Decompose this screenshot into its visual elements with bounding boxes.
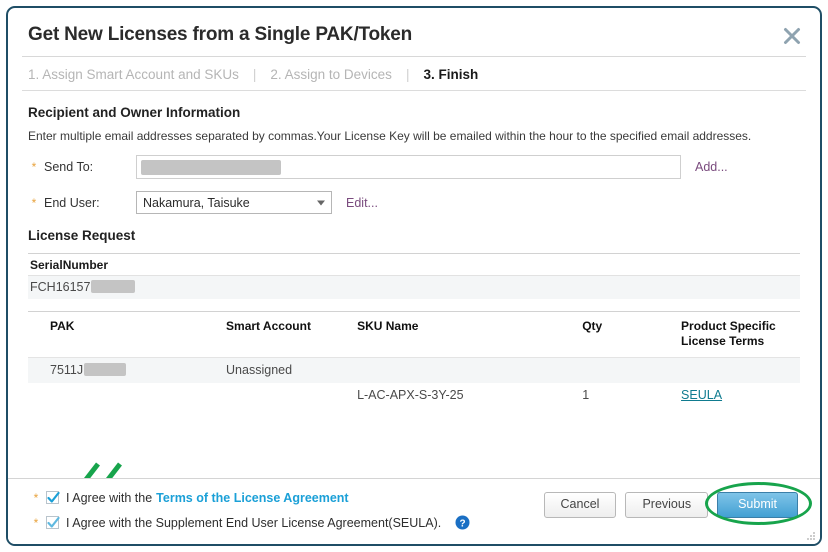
step-separator-1: | bbox=[252, 67, 257, 82]
end-user-selected-value: Nakamura, Taisuke bbox=[143, 195, 250, 210]
pak-table: PAK Smart Account SKU Name Qty Product S… bbox=[28, 311, 800, 408]
footer-buttons: Cancel Previous Submit bbox=[543, 482, 813, 525]
submit-button[interactable]: Submit bbox=[717, 492, 798, 518]
table-header-row: PAK Smart Account SKU Name Qty Product S… bbox=[28, 311, 800, 358]
wizard-step-3[interactable]: 3. Finish bbox=[423, 67, 478, 82]
column-header-sku-name: SKU Name bbox=[357, 311, 583, 358]
table-row: L-AC-APX-S-3Y-25 1 SEULA bbox=[28, 383, 800, 408]
send-to-row: * Send To: Add... bbox=[28, 155, 800, 179]
agreements-block: * I Agree with the Terms of the License … bbox=[30, 485, 470, 535]
add-recipient-link[interactable]: Add... bbox=[695, 160, 728, 174]
send-to-label: Send To: bbox=[44, 160, 94, 174]
agreement-2-checkbox[interactable] bbox=[46, 516, 60, 529]
end-user-row: * End User: Nakamura, Taisuke Edit... bbox=[28, 191, 800, 214]
agreement-1-checkbox[interactable] bbox=[46, 491, 60, 504]
page-title: Get New Licenses from a Single PAK/Token bbox=[28, 24, 413, 45]
submit-button-wrapper: Submit bbox=[705, 482, 813, 525]
end-user-select[interactable]: Nakamura, Taisuke bbox=[136, 191, 332, 214]
column-header-qty: Qty bbox=[582, 311, 682, 358]
column-header-product-specific-license-terms: Product Specific License Terms bbox=[681, 311, 800, 358]
steps-divider bbox=[22, 90, 806, 91]
serial-number-value: FCH16157 bbox=[30, 280, 91, 294]
agreement-2-text: I Agree with the Supplement End User Lic… bbox=[66, 515, 442, 530]
agreement-row-seula: * I Agree with the Supplement End User L… bbox=[30, 510, 470, 535]
send-to-required-marker: * bbox=[31, 160, 37, 174]
column-header-smart-account: Smart Account bbox=[226, 311, 358, 358]
edit-end-user-link[interactable]: Edit... bbox=[346, 196, 378, 210]
agreement-1-text: I Agree with the bbox=[66, 490, 153, 505]
agreement-2-required-marker: * bbox=[33, 515, 39, 530]
cancel-button[interactable]: Cancel bbox=[543, 492, 617, 518]
cell-terms bbox=[681, 357, 800, 383]
cell-pak: 7511J bbox=[28, 357, 227, 383]
redacted-serial-suffix bbox=[91, 280, 136, 293]
cell-terms: SEULA bbox=[681, 383, 800, 408]
license-dialog: Get New Licenses from a Single PAK/Token… bbox=[6, 6, 822, 546]
help-circle-icon[interactable]: ? bbox=[455, 515, 470, 530]
seula-link[interactable]: SEULA bbox=[681, 388, 722, 402]
wizard-step-2[interactable]: 2. Assign to Devices bbox=[270, 67, 392, 82]
license-agreement-link[interactable]: Terms of the License Agreement bbox=[156, 491, 348, 505]
end-user-required-marker: * bbox=[31, 195, 37, 210]
redacted-email-value bbox=[141, 159, 281, 175]
close-icon[interactable] bbox=[778, 22, 806, 50]
wizard-step-1[interactable]: 1. Assign Smart Account and SKUs bbox=[28, 67, 239, 82]
serial-number-header: SerialNumber bbox=[30, 258, 109, 272]
recipient-section-title: Recipient and Owner Information bbox=[28, 105, 241, 120]
dialog-header: Get New Licenses from a Single PAK/Token bbox=[8, 8, 820, 46]
end-user-label: End User: bbox=[44, 195, 100, 210]
step-separator-2: | bbox=[405, 67, 410, 82]
serial-number-row: FCH16157 bbox=[28, 275, 800, 299]
recipient-description: Enter multiple email addresses separated… bbox=[28, 129, 752, 143]
redacted-pak-suffix bbox=[84, 363, 127, 376]
dialog-footer: * I Agree with the Terms of the License … bbox=[8, 478, 820, 544]
cell-pak bbox=[28, 383, 226, 408]
chevron-down-icon bbox=[317, 200, 325, 205]
cell-sku-name: L-AC-APX-S-3Y-25 bbox=[357, 388, 464, 402]
svg-text:?: ? bbox=[460, 518, 466, 529]
previous-button[interactable]: Previous bbox=[625, 492, 709, 518]
cell-qty bbox=[582, 357, 682, 383]
license-request-title: License Request bbox=[28, 228, 136, 243]
agreement-row-license-terms: * I Agree with the Terms of the License … bbox=[30, 485, 470, 510]
pak-value: 7511J bbox=[50, 363, 84, 377]
dialog-body: Recipient and Owner Information Enter mu… bbox=[8, 105, 820, 408]
column-header-pak: PAK bbox=[28, 311, 227, 358]
resize-grip[interactable] bbox=[806, 531, 816, 541]
table-row: 7511J Unassigned bbox=[28, 357, 800, 383]
cell-qty: 1 bbox=[582, 388, 590, 402]
wizard-steps: 1. Assign Smart Account and SKUs | 2. As… bbox=[8, 57, 820, 90]
agreement-1-required-marker: * bbox=[33, 490, 39, 505]
cell-smart-account bbox=[226, 383, 357, 408]
cell-sku-name bbox=[357, 357, 583, 383]
cell-smart-account: Unassigned bbox=[226, 357, 358, 383]
send-to-input[interactable] bbox=[136, 155, 681, 179]
